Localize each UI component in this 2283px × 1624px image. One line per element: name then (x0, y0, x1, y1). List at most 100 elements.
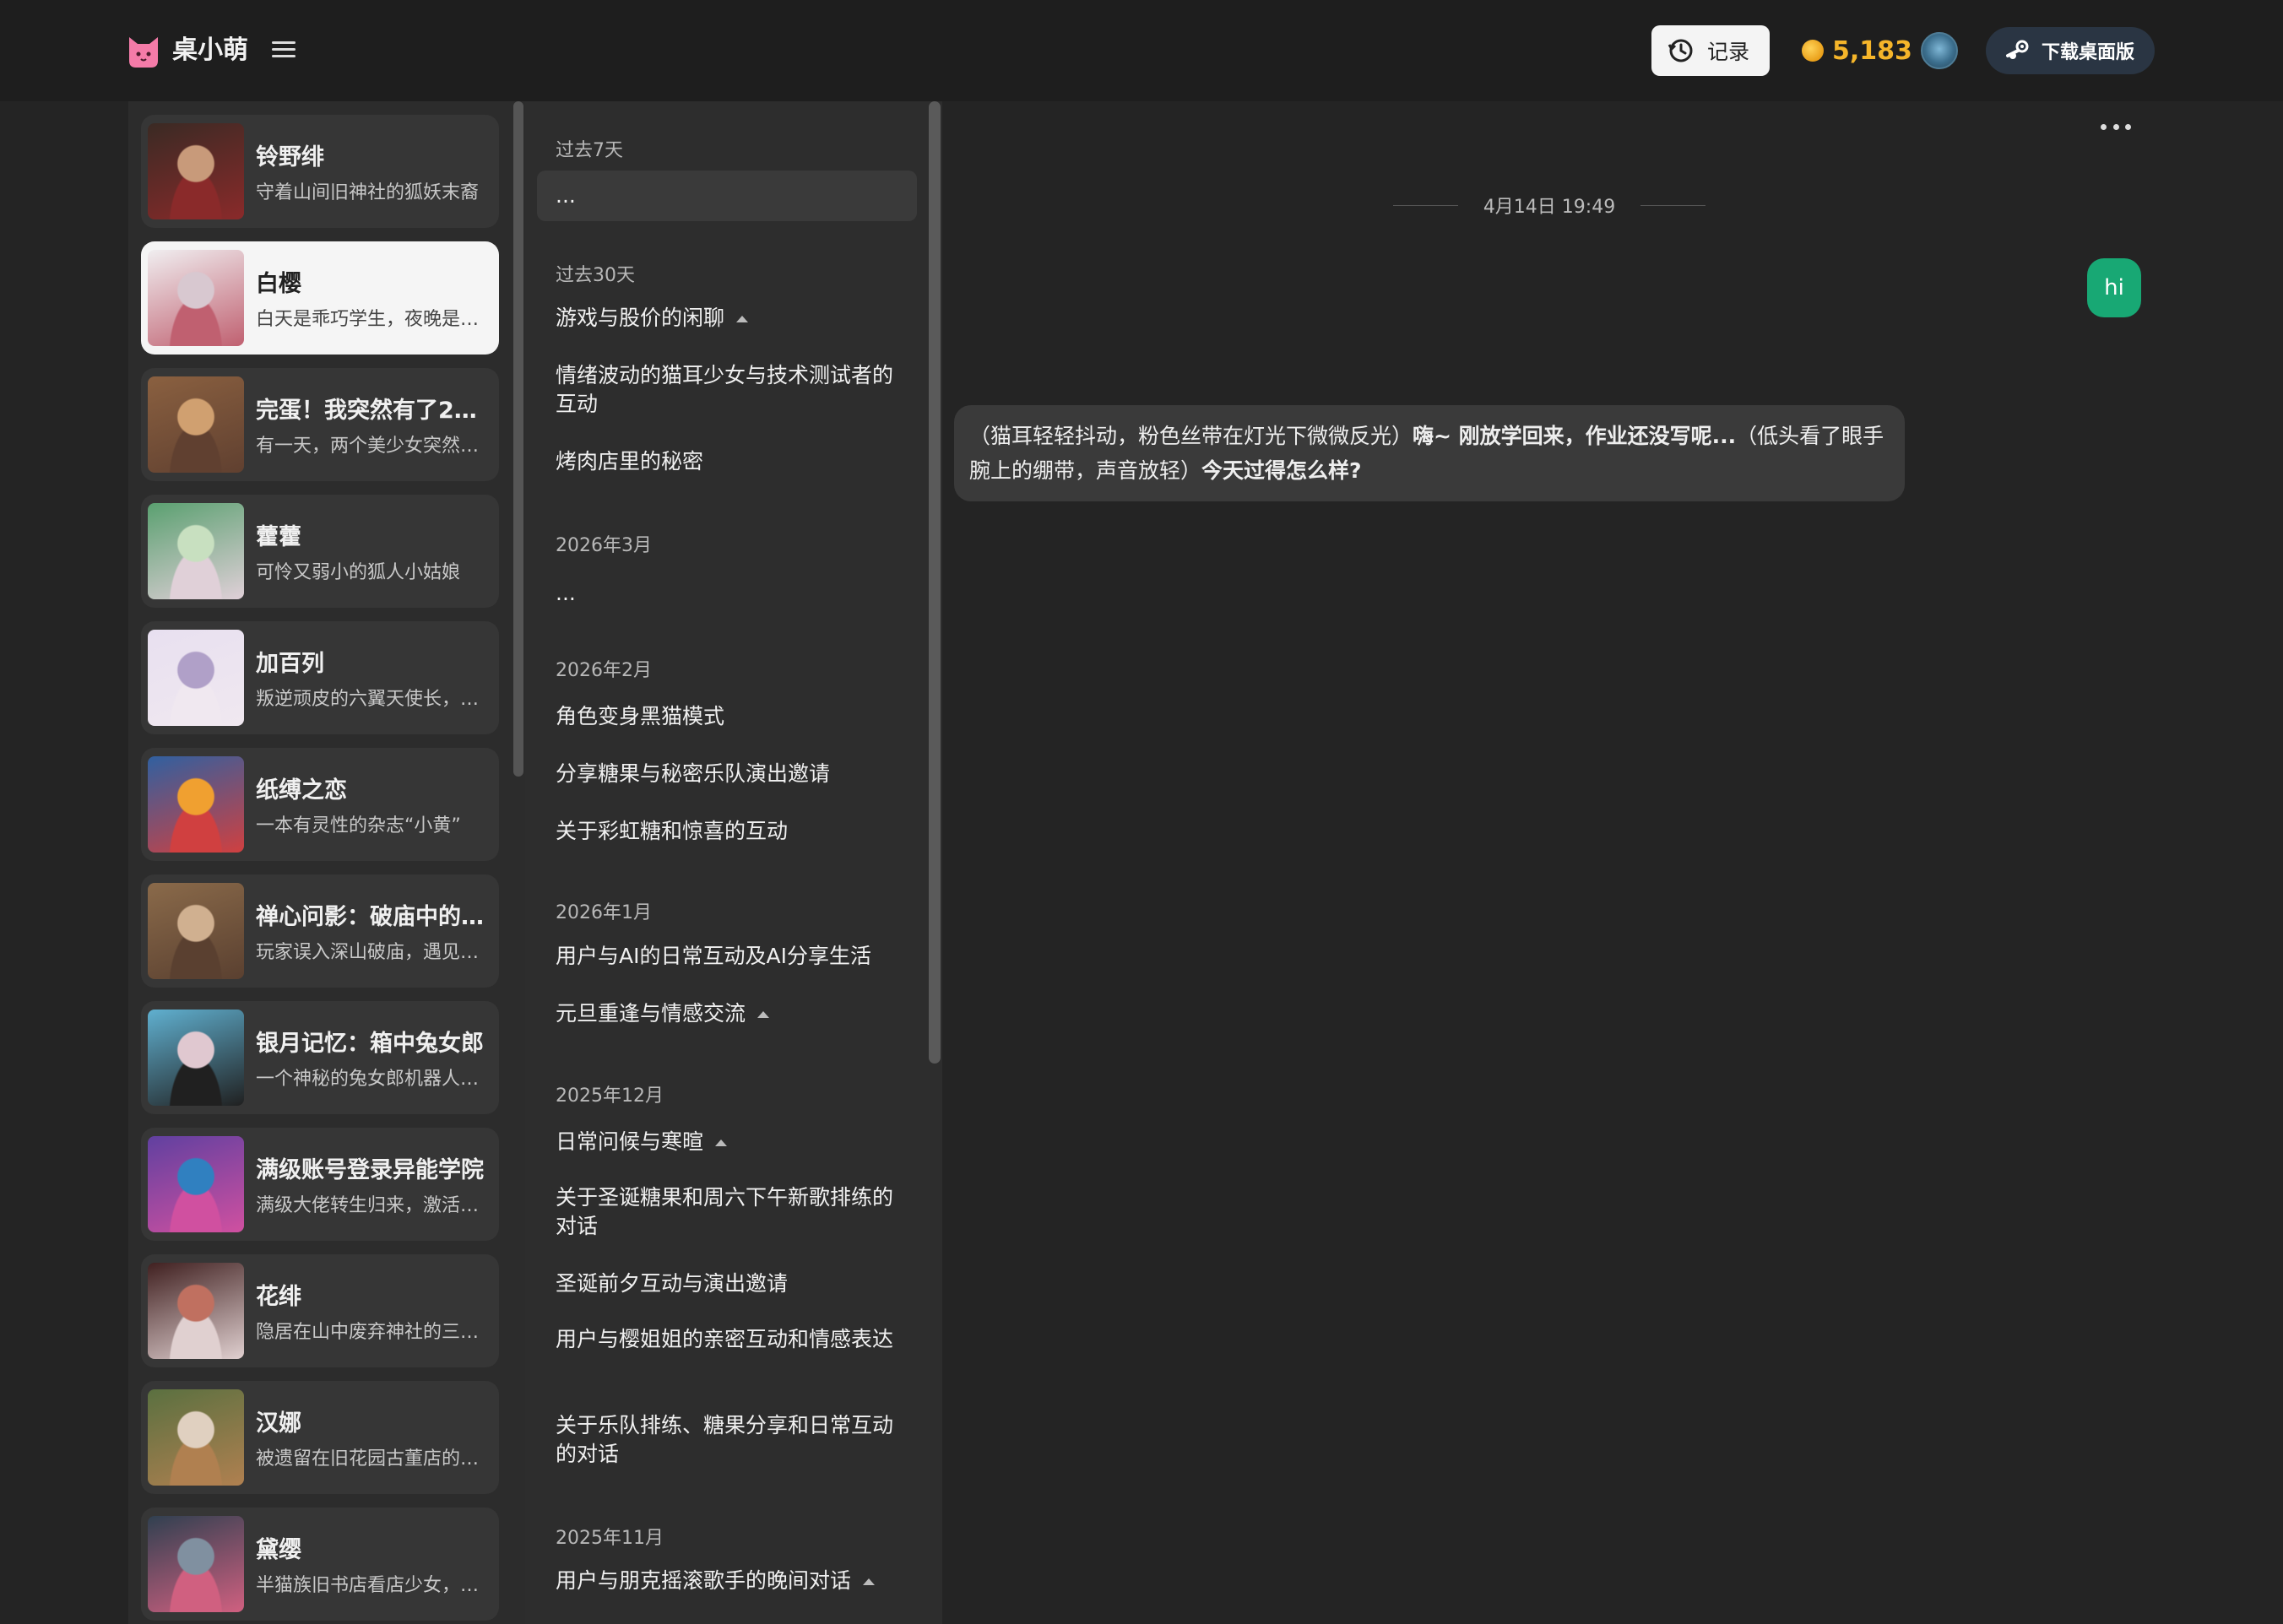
character-description: 一本有灵性的杂志“小黄” (256, 815, 461, 836)
collapse-caret-icon[interactable] (715, 1140, 728, 1146)
character-avatar (148, 1136, 244, 1232)
character-description: 守着山间旧神社的狐妖末裔 (256, 182, 480, 203)
character-avatar (148, 756, 244, 853)
collapse-caret-icon[interactable] (863, 1578, 876, 1585)
brand-name[interactable]: 桌小萌 (172, 32, 248, 69)
history-item[interactable]: 关于乐队排练、糖果分享和日常互动的对话 (556, 1411, 902, 1469)
character-name: 禅心问影：破庙中的老僧 (256, 904, 492, 930)
character-avatar (148, 883, 244, 979)
history-item[interactable]: 关于圣诞糖果和周六下午新歌排练的对话 (556, 1183, 902, 1241)
coin-balance[interactable]: 5,183 (1802, 29, 1958, 73)
character-description: 有一天，两个美少女突然出现 (256, 436, 492, 457)
history-item[interactable]: 烤肉店里的秘密 (556, 447, 902, 476)
history-group-label: 2025年12月 (556, 1085, 664, 1107)
history-item[interactable]: 用户与樱姐姐的亲密互动和情感表达 (556, 1325, 902, 1354)
character-description: 白天是乖巧学生，夜晚是猫耳少女 (256, 309, 492, 330)
history-item-title: 烤肉店里的秘密 (556, 449, 704, 474)
character-item[interactable]: 完蛋！我突然有了2个美少女有一天，两个美少女突然出现 (141, 368, 499, 481)
bot-message-speech: 嗨~ 刚放学回来，作业还没写呢... (1413, 424, 1737, 448)
character-name: 藿藿 (256, 524, 301, 550)
history-button-label: 记录 (1707, 40, 1750, 64)
collapse-caret-icon[interactable] (757, 1011, 770, 1018)
character-name: 汉娜 (256, 1410, 301, 1437)
character-name: 完蛋！我突然有了2个美少女 (256, 398, 492, 424)
collapse-caret-icon[interactable] (736, 316, 749, 322)
hamburger-menu-icon[interactable] (270, 37, 297, 64)
character-description: 半猫族旧书店看店少女，性格慵懒 (256, 1575, 492, 1596)
chat-history-scrollbar[interactable] (929, 101, 941, 1064)
character-avatar (148, 1516, 244, 1612)
character-item[interactable]: 禅心问影：破庙中的老僧玩家误入深山破庙，遇见一位老僧 (141, 874, 499, 988)
history-button[interactable]: 记录 (1651, 25, 1770, 76)
character-item[interactable]: 满级账号登录异能学院 满级大佬转生归来，激活系统 (141, 1128, 499, 1241)
history-group-label: 2025年11月 (556, 1528, 664, 1549)
history-item[interactable]: 角色变身黑猫模式 (556, 702, 902, 731)
character-avatar (148, 250, 244, 346)
character-name: 黛缨 (256, 1537, 301, 1563)
coin-icon (1802, 40, 1824, 62)
history-item[interactable]: 圣诞前夕互动与演出邀请 (556, 1269, 902, 1298)
character-name: 白樱 (256, 271, 301, 297)
clock-history-icon (1668, 39, 1693, 62)
history-item-title: 元旦重逢与情感交流 (556, 1001, 746, 1026)
history-item-title: 用户与朋克摇滚歌手的晚间对话 (556, 1568, 852, 1593)
history-item[interactable]: 用户与朋克摇滚歌手的晚间对话 (556, 1567, 902, 1595)
character-item[interactable]: 汉娜被遗留在旧花园古董店的机械人偶 (141, 1381, 499, 1494)
character-name: 铃野绯 (256, 144, 324, 171)
date-separator: 4月14日 19:49 (1393, 191, 1706, 219)
download-desktop-button[interactable]: 下载桌面版 (1986, 27, 2155, 74)
history-item-title: ... (556, 183, 576, 208)
character-description: 被遗留在旧花园古董店的机械人偶 (256, 1448, 492, 1470)
more-options-icon[interactable] (2101, 116, 2131, 137)
history-item[interactable]: ... (556, 579, 902, 608)
character-item[interactable]: 铃野绯守着山间旧神社的狐妖末裔 (141, 115, 499, 228)
character-description: 玩家误入深山破庙，遇见一位老僧 (256, 942, 492, 963)
user-message-bubble: hi (2087, 258, 2141, 317)
history-item-title: 情绪波动的猫耳少女与技术测试者的互动 (556, 363, 894, 416)
character-description: 叛逆顽皮的六翼天使长，喜欢恶作剧 (256, 689, 492, 710)
history-item[interactable]: 元旦重逢与情感交流 (556, 999, 902, 1028)
history-item-title: 角色变身黑猫模式 (556, 704, 725, 728)
character-item[interactable]: 黛缨半猫族旧书店看店少女，性格慵懒 (141, 1508, 499, 1621)
history-item-title: 用户与AI的日常互动及AI分享生活 (556, 944, 871, 968)
character-name: 花绯 (256, 1284, 301, 1310)
character-description: 可怜又弱小的狐人小姑娘 (256, 562, 461, 583)
history-item[interactable]: 游戏与股价的闲聊 (556, 304, 902, 333)
history-item-title: 关于彩虹糖和惊喜的互动 (556, 819, 789, 843)
character-item[interactable]: 银月记忆：箱中兔女郎一个神秘的兔女郎机器人在箱中沉睡 (141, 1001, 499, 1114)
character-item[interactable]: 纸缚之恋一本有灵性的杂志“小黄” (141, 748, 499, 861)
character-avatar (148, 630, 244, 726)
history-item[interactable]: 关于彩虹糖和惊喜的互动 (556, 817, 902, 846)
character-item[interactable]: 白樱白天是乖巧学生，夜晚是猫耳少女 (141, 241, 499, 355)
history-item[interactable]: ... (537, 171, 917, 221)
character-avatar (148, 1263, 244, 1359)
character-description: 满级大佬转生归来，激活系统 (256, 1195, 492, 1216)
history-item-title: 圣诞前夕互动与演出邀请 (556, 1271, 789, 1296)
history-item[interactable]: 分享糖果与秘密乐队演出邀请 (556, 760, 902, 788)
history-item[interactable]: 日常问候与寒暄 (556, 1128, 902, 1156)
character-description: 隐居在山中废弃神社的三尾狐妖 (256, 1322, 492, 1343)
history-item-title: 分享糖果与秘密乐队演出邀请 (556, 761, 831, 786)
download-desktop-label: 下载桌面版 (2042, 42, 2135, 63)
character-name: 银月记忆：箱中兔女郎 (256, 1031, 484, 1057)
cat-face-logo-icon[interactable] (127, 32, 160, 69)
history-item-title: 用户与樱姐姐的亲密互动和情感表达 (556, 1327, 894, 1351)
history-group-label: 2026年3月 (556, 535, 652, 556)
character-name: 纸缚之恋 (256, 777, 347, 804)
history-item-title: 游戏与股价的闲聊 (556, 306, 725, 330)
history-item[interactable]: 用户与AI的日常互动及AI分享生活 (556, 942, 902, 971)
character-avatar (148, 376, 244, 473)
character-item[interactable]: 加百列叛逆顽皮的六翼天使长，喜欢恶作剧 (141, 621, 499, 734)
history-item-title: 关于圣诞糖果和周六下午新歌排练的对话 (556, 1185, 894, 1238)
character-avatar (148, 1010, 244, 1106)
steam-icon (2006, 40, 2029, 59)
history-item[interactable]: 情绪波动的猫耳少女与技术测试者的互动 (556, 361, 902, 419)
history-item-title: ... (556, 581, 576, 605)
history-group-label: 2026年1月 (556, 902, 652, 923)
character-item[interactable]: 藿藿可怜又弱小的狐人小姑娘 (141, 495, 499, 608)
character-avatar (148, 1389, 244, 1486)
user-avatar[interactable] (1920, 32, 1958, 69)
bot-message-action: （猫耳轻轻抖动，粉色丝带在灯光下微微反光） (969, 424, 1413, 448)
character-list-scrollbar[interactable] (513, 101, 523, 777)
character-item[interactable]: 花绯隐居在山中废弃神社的三尾狐妖 (141, 1254, 499, 1367)
